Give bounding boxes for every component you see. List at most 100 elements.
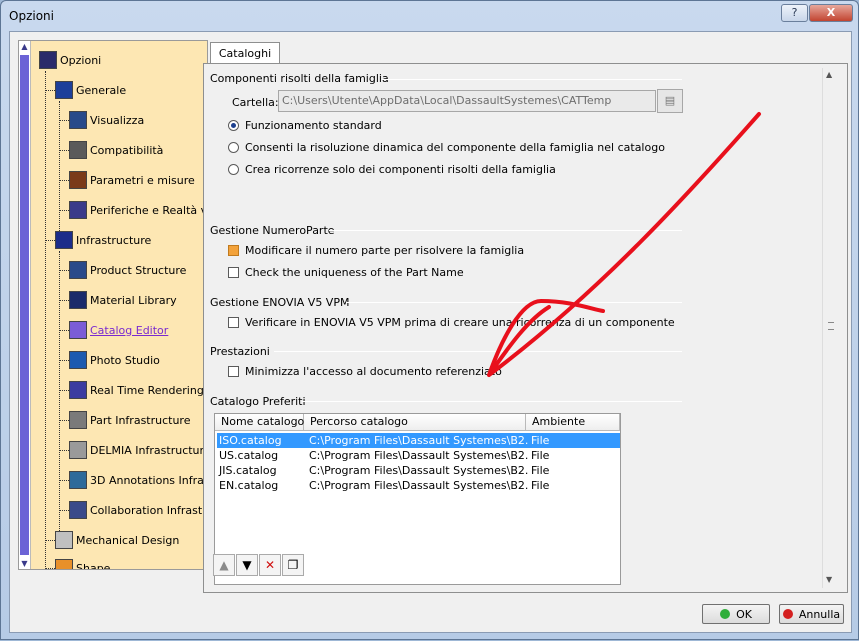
tree-connector <box>45 90 55 91</box>
option-label: Funzionamento standard <box>245 119 382 132</box>
table-cell: File <box>531 464 550 477</box>
radio-option[interactable]: Crea ricorrenze solo dei componenti riso… <box>228 163 556 176</box>
tree-item-opzioni[interactable]: Opzioni <box>39 49 101 71</box>
tree-item-label: Visualizza <box>90 113 145 127</box>
checkbox[interactable] <box>228 245 239 256</box>
radio-option[interactable]: Consenti la risoluzione dinamica del com… <box>228 141 665 154</box>
add-catalog-icon[interactable]: ❐ <box>282 554 304 576</box>
check-option[interactable]: Minimizza l'accesso al documento referen… <box>228 365 502 378</box>
tree-item-delmia-infrastructure[interactable]: DELMIA Infrastructure <box>69 439 207 461</box>
check-option[interactable]: Check the uniqueness of the Part Name <box>228 266 464 279</box>
tree-item-material-library[interactable]: Material Library <box>69 289 177 311</box>
tree-item-mechanical-design[interactable]: Mechanical Design <box>55 529 179 551</box>
tree-scroll-thumb[interactable] <box>20 55 29 555</box>
scroll-down-icon[interactable]: ▼ <box>20 559 29 569</box>
tree-item-label: Periferiche e Realtà virtu <box>90 203 207 217</box>
table-cell: File <box>531 434 550 447</box>
tree-item-label: Part Infrastructure <box>90 413 191 427</box>
annotations-icon <box>69 471 87 489</box>
tree-item-label: Opzioni <box>60 53 102 67</box>
cancel-button[interactable]: Annulla <box>779 604 844 624</box>
table-cell: C:\Program Files\Dassault Systemes\B2... <box>309 434 529 447</box>
rendering-icon <box>69 381 87 399</box>
tree-connector <box>59 300 69 301</box>
tree-item-parametri-e-misure[interactable]: Parametri e misure <box>69 169 195 191</box>
delete-icon[interactable]: ✕ <box>259 554 281 576</box>
tree-item-photo-studio[interactable]: Photo Studio <box>69 349 160 371</box>
group-title-performance: Prestazioni <box>210 345 270 358</box>
option-label: Verificare in ENOVIA V5 VPM prima di cre… <box>245 316 675 329</box>
option-label: Consenti la risoluzione dinamica del com… <box>245 141 665 154</box>
folder-label: Cartella: <box>232 96 279 109</box>
check-option[interactable]: Modificare il numero parte per risolvere… <box>228 244 524 257</box>
check-option[interactable]: Verificare in ENOVIA V5 VPM prima di cre… <box>228 316 675 329</box>
tree-item-label: 3D Annotations Infrast <box>90 473 208 487</box>
options-icon <box>39 51 57 69</box>
tree-item-shape[interactable]: Shape <box>55 557 110 569</box>
tree-item-label: Mechanical Design <box>76 533 180 547</box>
table-row[interactable]: ISO.catalog C:\Program Files\Dassault Sys… <box>217 433 620 448</box>
tree-item-label: Collaboration Infrastru <box>90 503 208 517</box>
tree-item-3d-annotations-infrast[interactable]: 3D Annotations Infrast <box>69 469 208 491</box>
scroll-up-icon[interactable]: ▲ <box>20 42 29 52</box>
radio-button[interactable] <box>228 120 239 131</box>
move-down-icon[interactable]: ▼ <box>236 554 258 576</box>
panel-scrollbar[interactable]: ▲ ▼ <box>822 68 838 588</box>
help-button[interactable]: ? <box>781 4 808 22</box>
infrastructure-icon <box>55 231 73 249</box>
radio-button[interactable] <box>228 164 239 175</box>
title-bar: Opzioni ? X <box>1 1 858 31</box>
column-header[interactable]: Ambiente <box>526 414 620 431</box>
scroll-up-icon[interactable]: ▲ <box>826 70 832 79</box>
column-header[interactable]: Nome catalogo <box>215 414 304 431</box>
panel-scroll-thumb[interactable] <box>828 322 834 330</box>
column-header[interactable]: Percorso catalogo <box>304 414 526 431</box>
option-label: Crea ricorrenze solo dei componenti riso… <box>245 163 556 176</box>
group-divider <box>346 302 682 303</box>
radio-option[interactable]: Funzionamento standard <box>228 119 382 132</box>
tree-item-real-time-rendering[interactable]: Real Time Rendering <box>69 379 204 401</box>
tree-connector <box>59 480 69 481</box>
tree-item-product-structure[interactable]: Product Structure <box>69 259 186 281</box>
parameters-icon <box>69 171 87 189</box>
ok-button[interactable]: OK <box>702 604 770 624</box>
tab-catalogs[interactable]: Cataloghi <box>210 42 280 64</box>
table-row[interactable]: EN.catalog C:\Program Files\Dassault Syst… <box>217 478 620 493</box>
options-tree[interactable]: ▲ ▼ Opzioni Generale Visualizza Compatibili… <box>18 40 208 570</box>
checkbox[interactable] <box>228 267 239 278</box>
tree-item-visualizza[interactable]: Visualizza <box>69 109 144 131</box>
catalogs-panel: ▲ ▼ Componenti risolti della famiglia Ca… <box>203 63 848 593</box>
table-cell: C:\Program Files\Dassault Systemes\B2... <box>309 464 529 477</box>
table-cell: C:\Program Files\Dassault Systemes\B2... <box>309 449 529 462</box>
scroll-down-icon[interactable]: ▼ <box>826 575 832 584</box>
tree-item-label: Compatibilità <box>90 143 164 157</box>
table-cell: US.catalog <box>219 449 279 462</box>
tree-item-catalog-editor[interactable]: Catalog Editor <box>69 319 168 341</box>
tree-item-compatibilit-[interactable]: Compatibilità <box>69 139 163 161</box>
table-row[interactable]: US.catalog C:\Program Files\Dassault Syst… <box>217 448 620 463</box>
group-title-partnumber: Gestione NumeroParte <box>210 224 335 237</box>
browse-folder-icon[interactable]: ▤ <box>657 89 683 113</box>
tree-connector <box>59 251 60 533</box>
cancel-icon <box>782 609 793 619</box>
tree-item-generale[interactable]: Generale <box>55 79 126 101</box>
checkbox[interactable] <box>228 317 239 328</box>
tree-item-collaboration-infrastru[interactable]: Collaboration Infrastru <box>69 499 208 521</box>
tree-item-part-infrastructure[interactable]: Part Infrastructure <box>69 409 190 431</box>
table-row[interactable]: JIS.catalog C:\Program Files\Dassault Sys… <box>217 463 620 478</box>
tree-scrollbar[interactable]: ▲ ▼ <box>19 41 31 569</box>
tree-item-periferiche-e-realt-virtu[interactable]: Periferiche e Realtà virtu <box>69 199 207 221</box>
tree-item-infrastructure[interactable]: Infrastructure <box>55 229 151 251</box>
move-up-icon[interactable]: ▲ <box>213 554 235 576</box>
group-divider <box>274 351 682 352</box>
radio-button[interactable] <box>228 142 239 153</box>
tree-item-label: Material Library <box>90 293 177 307</box>
dialog-client-area: ▲ ▼ Opzioni Generale Visualizza Compatibili… <box>9 31 852 633</box>
tree-connector <box>59 120 69 121</box>
tree-item-label: Infrastructure <box>76 233 152 247</box>
close-button[interactable]: X <box>809 4 853 22</box>
folder-field[interactable]: C:\Users\Utente\AppData\Local\DassaultSy… <box>278 90 656 112</box>
cancel-label: Annulla <box>798 607 841 621</box>
general-icon <box>55 81 73 99</box>
checkbox[interactable] <box>228 366 239 377</box>
